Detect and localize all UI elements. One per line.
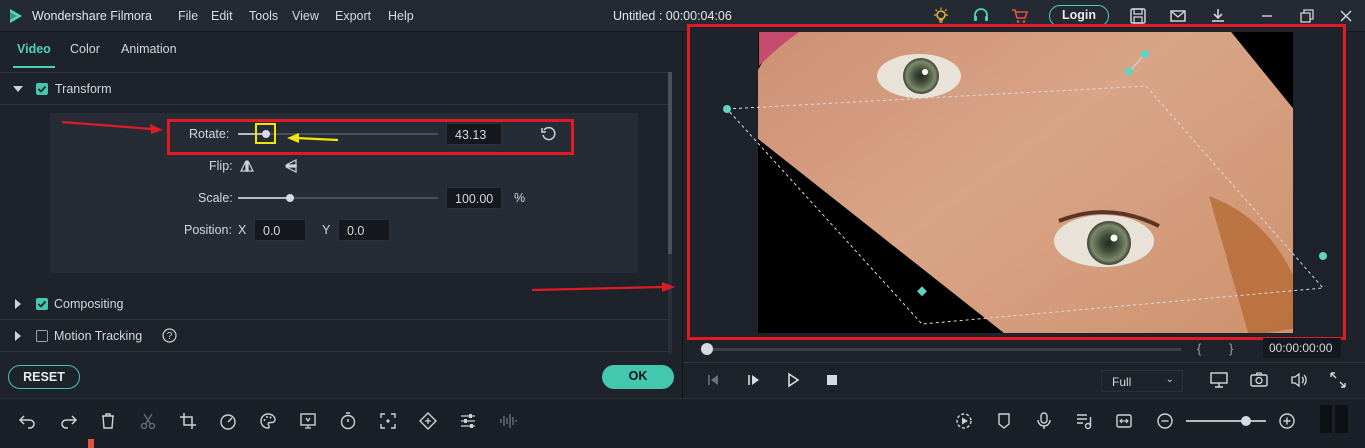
quality-select[interactable]: Full ⌄ — [1101, 370, 1183, 392]
mark-out-button[interactable]: } — [1229, 341, 1233, 356]
mark-in-button[interactable]: { — [1197, 341, 1201, 356]
monitor-icon[interactable] — [1209, 371, 1229, 389]
timecode-display: 00:00:00:00 — [1263, 338, 1341, 358]
audio-waveform-icon[interactable] — [498, 411, 518, 431]
playback-progress-track[interactable] — [705, 348, 1181, 351]
keyframe-icon[interactable] — [418, 411, 438, 431]
zoom-out-icon[interactable] — [1155, 411, 1175, 431]
stop-icon[interactable] — [825, 373, 839, 387]
auto-reframe-icon[interactable] — [378, 411, 398, 431]
red-arrow-right — [531, 282, 675, 292]
prev-frame-icon[interactable] — [705, 372, 721, 388]
next-frame-icon[interactable] — [745, 372, 761, 388]
fullscreen-icon[interactable] — [1329, 371, 1347, 389]
zoom-in-icon[interactable] — [1277, 411, 1297, 431]
zoom-slider-track[interactable] — [1186, 420, 1266, 422]
snapshot-camera-icon[interactable] — [1249, 371, 1269, 389]
fit-timeline-icon[interactable] — [1114, 411, 1134, 431]
quality-select-value: Full — [1112, 375, 1132, 389]
volume-icon[interactable] — [1289, 371, 1309, 389]
preview-divider — [683, 362, 1365, 363]
color-palette-icon[interactable] — [258, 411, 278, 431]
preview-highlight-frame — [687, 24, 1346, 340]
playhead-handle[interactable] — [701, 343, 713, 355]
red-arrow-left — [61, 120, 163, 134]
adjust-sliders-icon[interactable] — [458, 411, 478, 431]
timer-icon[interactable] — [338, 411, 358, 431]
render-preview-icon[interactable] — [954, 411, 974, 431]
redo-icon[interactable] — [58, 411, 78, 431]
preview-panel: { } 00:00:00:00 Full ⌄ — [682, 24, 1365, 398]
chevron-down-icon: ⌄ — [1165, 374, 1174, 385]
green-screen-icon[interactable] — [298, 411, 318, 431]
audio-mixer-icon[interactable] — [1074, 411, 1094, 431]
delete-icon[interactable] — [98, 411, 118, 431]
microphone-icon[interactable] — [1034, 411, 1054, 431]
zoom-slider-handle[interactable] — [1241, 416, 1251, 426]
speed-icon[interactable] — [218, 411, 238, 431]
layout-toggle-icon[interactable] — [1320, 405, 1348, 433]
play-icon[interactable] — [785, 372, 801, 388]
crop-icon[interactable] — [178, 411, 198, 431]
marker-icon[interactable] — [994, 411, 1014, 431]
timeline-toolbar — [0, 398, 1365, 448]
timeline-playhead-marker[interactable] — [88, 439, 94, 448]
undo-icon[interactable] — [18, 411, 38, 431]
cut-icon[interactable] — [138, 411, 158, 431]
yellow-arrow — [287, 133, 339, 143]
